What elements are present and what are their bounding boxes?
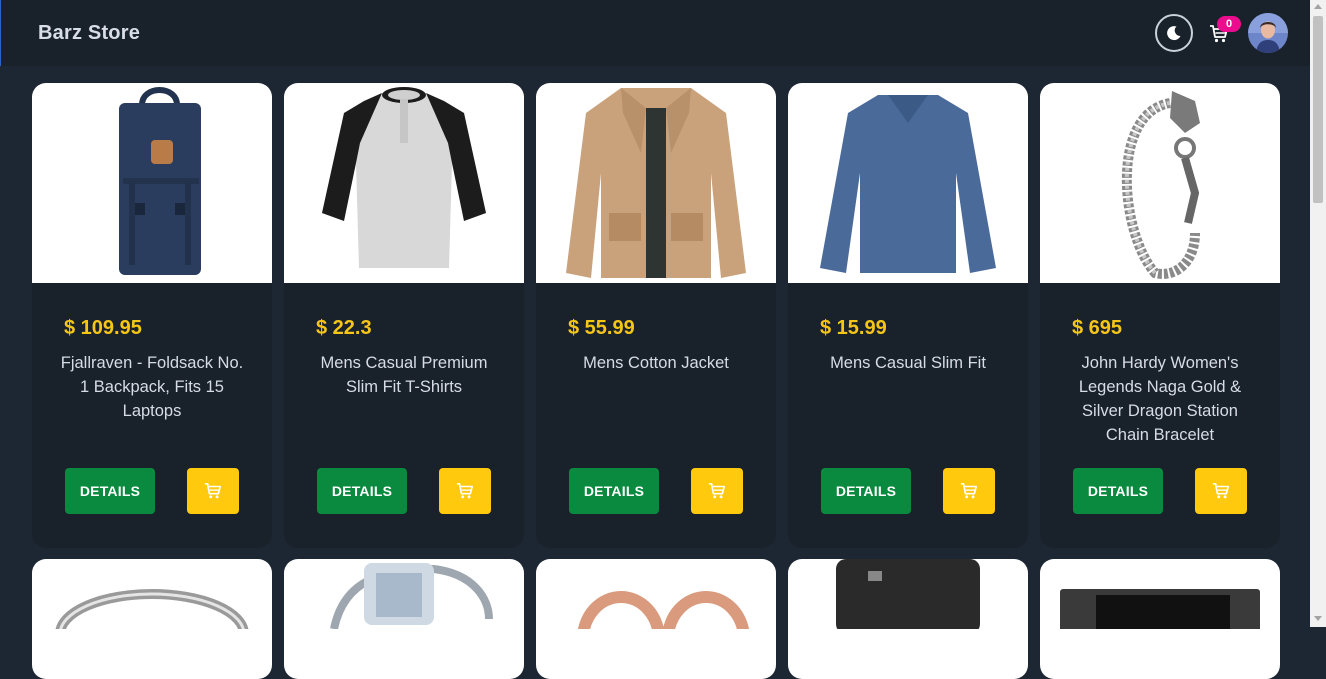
scroll-up-arrow-icon[interactable]	[1314, 4, 1322, 9]
product-card: $ 109.95 Fjallraven - Foldsack No. 1 Bac…	[32, 83, 272, 548]
product-title: Mens Casual Slim Fit	[830, 354, 986, 372]
scroll-down-arrow-icon[interactable]	[1314, 616, 1322, 621]
product-card: $ 22.3 Mens Casual Premium Slim Fit T-Sh…	[284, 83, 524, 548]
product-price: $ 22.3	[316, 317, 372, 339]
product-image-jacket[interactable]	[536, 83, 776, 283]
moon-icon	[1167, 26, 1181, 41]
product-image-hard-drive	[836, 559, 980, 634]
product-card[interactable]	[1040, 559, 1280, 679]
add-to-cart-button[interactable]	[187, 468, 239, 514]
add-to-cart-button[interactable]	[691, 468, 743, 514]
details-button[interactable]: DETAILS	[317, 468, 407, 514]
product-card[interactable]	[32, 559, 272, 679]
theme-toggle-button[interactable]	[1155, 14, 1193, 52]
add-to-cart-button[interactable]	[439, 468, 491, 514]
brand-name[interactable]: Barz Store	[38, 22, 140, 45]
product-image-bracelet[interactable]	[1040, 83, 1280, 283]
scrollbar-thumb[interactable]	[1313, 16, 1323, 203]
cart-icon	[1212, 482, 1230, 499]
product-card[interactable]	[788, 559, 1028, 679]
product-card[interactable]	[536, 559, 776, 679]
details-button[interactable]: DETAILS	[65, 468, 155, 514]
details-button[interactable]: DETAILS	[1073, 468, 1163, 514]
product-card[interactable]	[284, 559, 524, 679]
product-image-diamond-ring	[330, 563, 493, 630]
product-image-backpack[interactable]	[32, 83, 272, 283]
product-price: $ 15.99	[820, 317, 887, 339]
product-card: $ 15.99 Mens Casual Slim Fit DETAILS	[788, 83, 1028, 548]
product-price: $ 55.99	[568, 317, 635, 339]
product-title: Mens Casual Premium Slim Fit T-Shirts	[320, 354, 488, 396]
product-image-raglan-shirt[interactable]	[284, 83, 524, 283]
user-avatar[interactable]	[1248, 13, 1288, 53]
details-button[interactable]: DETAILS	[821, 468, 911, 514]
details-button[interactable]: DETAILS	[569, 468, 659, 514]
product-title: Mens Cotton Jacket	[583, 354, 729, 372]
product-card: $ 55.99 Mens Cotton Jacket DETAILS	[536, 83, 776, 548]
cart-count-badge: 0	[1217, 16, 1241, 32]
product-image-earrings	[577, 591, 750, 679]
cart-icon	[708, 482, 726, 499]
product-title: John Hardy Women's Legends Naga Gold & S…	[1078, 354, 1242, 444]
add-to-cart-button[interactable]	[1195, 468, 1247, 514]
product-title: Fjallraven - Foldsack No. 1 Backpack, Fi…	[60, 354, 244, 420]
cart-icon	[456, 482, 474, 499]
cart-icon	[960, 482, 978, 499]
product-image-ring	[55, 589, 249, 679]
product-image-ssd	[1060, 589, 1260, 635]
product-price: $ 695	[1072, 317, 1123, 339]
product-image-long-sleeve-shirt[interactable]	[788, 83, 1028, 283]
add-to-cart-button[interactable]	[943, 468, 995, 514]
page-scrollbar[interactable]	[1310, 0, 1326, 627]
cart-icon	[204, 482, 222, 499]
navbar: Barz Store 0	[0, 0, 1310, 66]
product-card: $ 695 John Hardy Women's Legends Naga Go…	[1040, 83, 1280, 548]
product-price: $ 109.95	[64, 317, 142, 339]
